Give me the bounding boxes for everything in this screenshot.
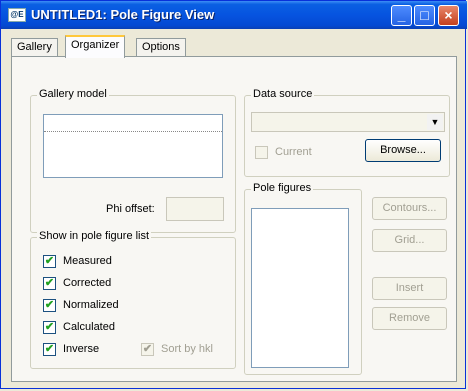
inverse-label[interactable]: Inverse xyxy=(63,343,99,355)
window-title: UNTITLED1: Pole Figure View xyxy=(31,7,215,22)
sort-by-hkl-checkbox[interactable]: ✔ xyxy=(141,343,154,356)
current-checkbox[interactable] xyxy=(255,146,268,159)
tab-options[interactable]: Options xyxy=(136,38,186,57)
dropdown-arrow-icon[interactable]: ▼ xyxy=(427,114,443,130)
insert-button[interactable]: Insert xyxy=(372,277,447,300)
close-button[interactable]: × xyxy=(438,5,459,26)
app-icon[interactable]: @E xyxy=(8,8,26,22)
phi-offset-input[interactable] xyxy=(166,197,224,221)
pole-figures-label: Pole figures xyxy=(251,182,314,194)
gallery-model-list[interactable] xyxy=(43,114,223,178)
normalized-checkbox[interactable]: ✔ xyxy=(43,299,56,312)
gallery-model-selected-row[interactable] xyxy=(44,115,222,132)
data-source-dropdown[interactable]: ▼ xyxy=(251,112,445,132)
grid-button[interactable]: Grid... xyxy=(372,229,447,252)
corrected-label[interactable]: Corrected xyxy=(63,277,111,289)
current-label[interactable]: Current xyxy=(275,146,312,158)
calculated-label[interactable]: Calculated xyxy=(63,321,115,333)
tab-organizer[interactable]: Organizer xyxy=(65,35,126,58)
normalized-label[interactable]: Normalized xyxy=(63,299,119,311)
measured-checkbox[interactable]: ✔ xyxy=(43,255,56,268)
pole-figure-window: @E UNTITLED1: Pole Figure View _ □ × Gal… xyxy=(0,0,467,389)
show-list-group: Show in pole figure list ✔ Measured ✔ Co… xyxy=(30,230,236,369)
sort-by-hkl-label[interactable]: Sort by hkl xyxy=(161,343,213,355)
gallery-model-group: Gallery model Phi offset: xyxy=(30,88,236,233)
measured-label[interactable]: Measured xyxy=(63,255,112,267)
remove-button[interactable]: Remove xyxy=(372,307,447,330)
title-bar[interactable]: @E UNTITLED1: Pole Figure View _ □ × xyxy=(1,1,467,29)
organizer-panel: Gallery model Phi offset: Show in pole f… xyxy=(11,56,457,382)
corrected-checkbox[interactable]: ✔ xyxy=(43,277,56,290)
phi-offset-label: Phi offset: xyxy=(106,203,155,215)
show-list-label: Show in pole figure list xyxy=(37,230,152,242)
minimize-button[interactable]: _ xyxy=(391,5,412,26)
gallery-model-label: Gallery model xyxy=(37,88,109,100)
data-source-group: Data source ▼ Current Browse... xyxy=(244,88,450,177)
tab-gallery[interactable]: Gallery xyxy=(11,38,58,57)
inverse-checkbox[interactable]: ✔ xyxy=(43,343,56,356)
pole-figures-list[interactable] xyxy=(251,208,349,368)
browse-button[interactable]: Browse... xyxy=(365,139,441,162)
contours-button[interactable]: Contours... xyxy=(372,197,447,220)
calculated-checkbox[interactable]: ✔ xyxy=(43,321,56,334)
pole-figures-group: Pole figures xyxy=(244,182,362,375)
data-source-label: Data source xyxy=(251,88,315,100)
maximize-button[interactable]: □ xyxy=(414,5,435,26)
